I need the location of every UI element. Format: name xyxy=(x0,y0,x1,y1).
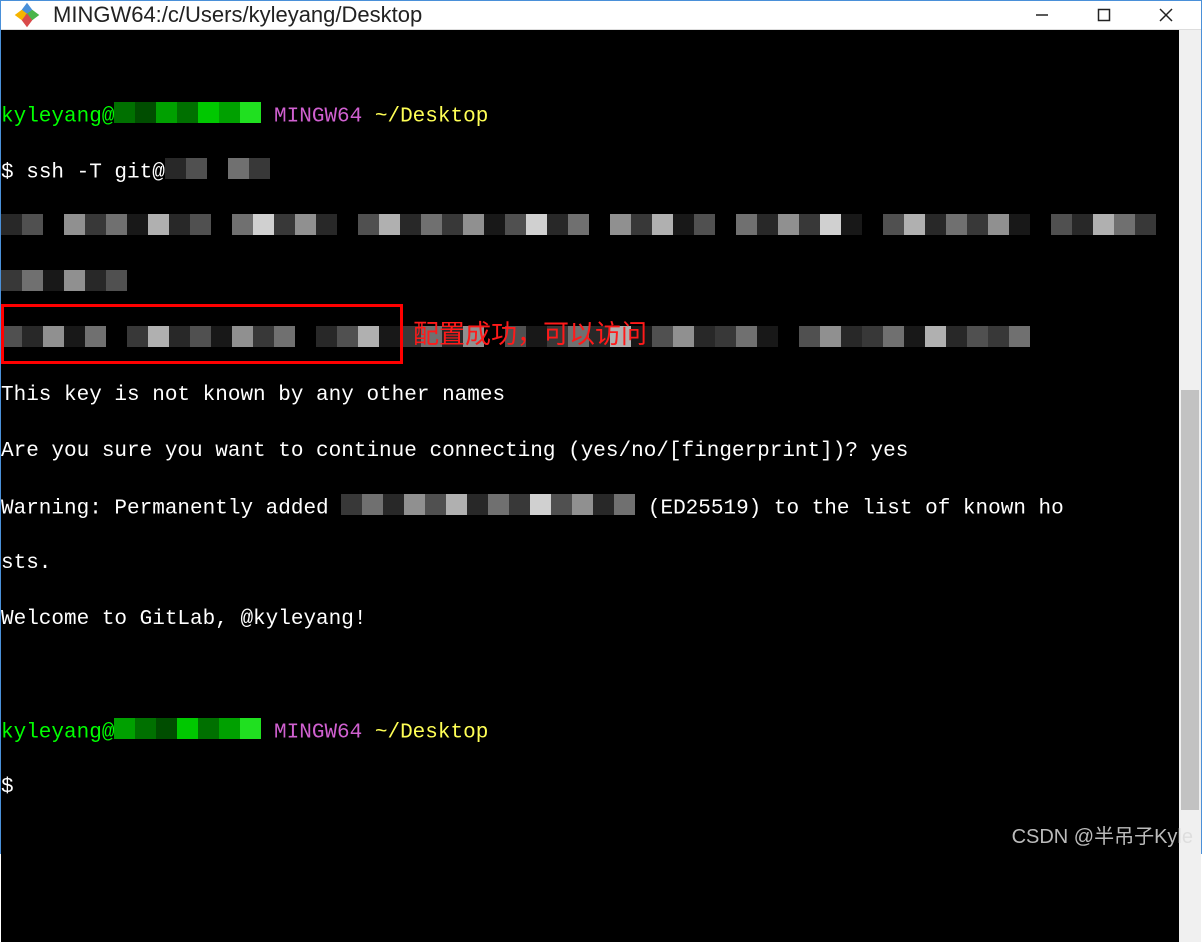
output-text: Are you sure you want to continue connec… xyxy=(1,440,908,463)
output-text: (ED25519) to the list of known ho xyxy=(635,498,1063,521)
prompt-symbol: $ xyxy=(1,162,14,185)
window-controls xyxy=(1011,1,1197,29)
redacted-ip xyxy=(341,494,635,522)
output-text: Warning: Permanently added xyxy=(1,498,341,521)
prompt-user: kyleyang xyxy=(1,106,102,129)
app-icon xyxy=(13,1,41,29)
window-title: MINGW64:/c/Users/kyleyang/Desktop xyxy=(53,2,1011,28)
vertical-scrollbar[interactable] xyxy=(1179,30,1201,942)
prompt-symbol: $ xyxy=(1,776,14,799)
scrollbar-thumb[interactable] xyxy=(1181,390,1199,810)
output-text: This key is not known by any other names xyxy=(1,384,505,407)
output-welcome: Welcome to GitLab, @kyleyang! xyxy=(1,608,366,631)
redacted-line xyxy=(1,326,1030,354)
close-button[interactable] xyxy=(1135,1,1197,29)
window-frame: MINGW64:/c/Users/kyleyang/Desktop kyleya… xyxy=(0,0,1202,854)
output-text: sts. xyxy=(1,552,51,575)
prompt-cwd: ~/Desktop xyxy=(375,722,488,745)
redacted-line xyxy=(1,270,127,298)
minimize-button[interactable] xyxy=(1011,1,1073,29)
prompt-user: kyleyang xyxy=(1,722,102,745)
terminal-output[interactable]: kyleyang@ MINGW64 ~/Desktop $ ssh -T git… xyxy=(1,30,1179,942)
redacted-hostname xyxy=(114,102,261,130)
command-text: ssh -T git@ xyxy=(26,162,165,185)
maximize-button[interactable] xyxy=(1073,1,1135,29)
redacted-host xyxy=(165,158,270,186)
redacted-line xyxy=(1,214,1156,242)
prompt-env: MINGW64 xyxy=(274,106,362,129)
titlebar[interactable]: MINGW64:/c/Users/kyleyang/Desktop xyxy=(1,1,1201,30)
prompt-env: MINGW64 xyxy=(274,722,362,745)
redacted-hostname xyxy=(114,718,261,746)
terminal-area: kyleyang@ MINGW64 ~/Desktop $ ssh -T git… xyxy=(1,30,1201,942)
prompt-cwd: ~/Desktop xyxy=(375,106,488,129)
